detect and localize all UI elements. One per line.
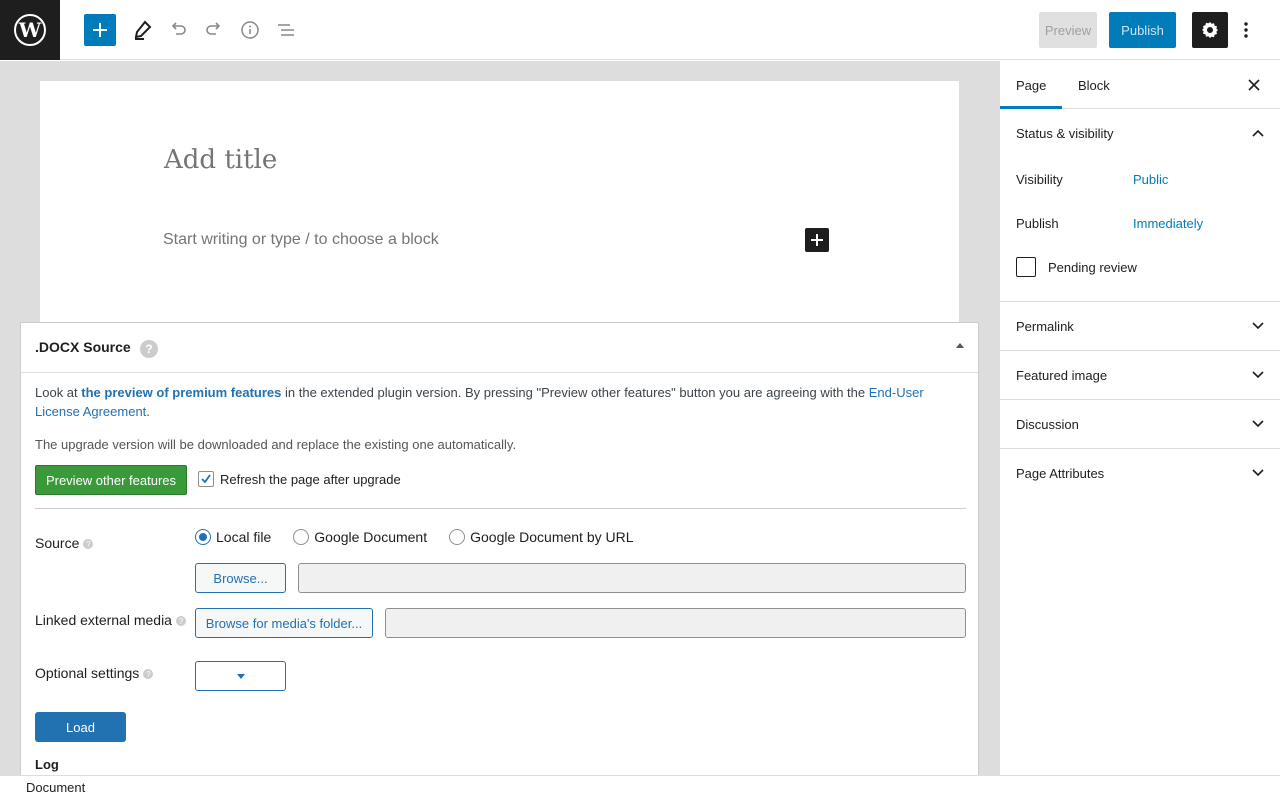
browse-button[interactable]: Browse... xyxy=(195,563,286,593)
panel-header[interactable]: Status & visibility xyxy=(1000,109,1280,157)
help-icon[interactable]: ? xyxy=(175,616,186,627)
premium-features-link[interactable]: the preview of premium features xyxy=(81,385,281,400)
intro-suffix: . xyxy=(146,404,150,419)
radio-selected-icon[interactable] xyxy=(195,529,211,545)
chevron-down-icon xyxy=(1252,469,1264,477)
checkbox-icon[interactable] xyxy=(1016,257,1036,277)
permalink-panel[interactable]: Permalink xyxy=(1000,302,1280,351)
chevron-up-icon xyxy=(1252,129,1264,137)
optional-settings-dropdown[interactable] xyxy=(195,661,286,691)
radio-label: Google Document xyxy=(314,529,428,545)
radio-local-file[interactable]: Local file xyxy=(195,529,271,545)
publish-row: Publish Immediately xyxy=(1000,201,1280,245)
intro-text-middle: in the extended plugin version. By press… xyxy=(281,385,869,400)
metabox-header: .DOCX Source ? xyxy=(21,323,978,373)
chevron-down-icon xyxy=(236,673,245,679)
publish-label: Publish xyxy=(1016,215,1059,231)
radio-icon[interactable] xyxy=(449,529,466,545)
media-folder-input[interactable] xyxy=(385,608,966,638)
tab-block[interactable]: Block xyxy=(1062,61,1126,109)
panel-title: Discussion xyxy=(1016,416,1079,432)
page-attributes-panel[interactable]: Page Attributes xyxy=(1000,449,1280,497)
help-icon[interactable]: ? xyxy=(143,669,154,680)
editor-canvas: Add title Start writing or type / to cho… xyxy=(0,61,999,775)
browse-media-button[interactable]: Browse for media's folder... xyxy=(195,608,373,638)
source-label: Source? xyxy=(35,535,94,551)
preview-button[interactable]: Preview xyxy=(1039,12,1097,48)
chevron-down-icon xyxy=(1252,371,1264,379)
visibility-row: Visibility Public xyxy=(1000,157,1280,201)
block-appender-text[interactable]: Start writing or type / to choose a bloc… xyxy=(163,231,439,249)
settings-sidebar: Page Block Status & visibility Visibilit… xyxy=(999,61,1280,775)
upgrade-note: The upgrade version will be downloaded a… xyxy=(35,437,517,452)
post-title-input[interactable]: Add title xyxy=(164,145,277,175)
publish-date-link[interactable]: Immediately xyxy=(1133,216,1203,231)
discussion-panel[interactable]: Discussion xyxy=(1000,400,1280,449)
refresh-label: Refresh the page after upgrade xyxy=(220,471,401,487)
plus-icon[interactable] xyxy=(84,14,116,46)
status-visibility-panel: Status & visibility Visibility Public Pu… xyxy=(1000,109,1280,302)
source-radio-group: Local file Google Document Google Docume… xyxy=(195,529,634,545)
plus-icon[interactable] xyxy=(805,228,829,252)
panel-title: Status & visibility xyxy=(1016,125,1114,141)
redo-icon[interactable] xyxy=(198,14,230,46)
docx-source-metabox: .DOCX Source ? Look at the preview of pr… xyxy=(20,322,979,775)
panel-title: Permalink xyxy=(1016,318,1074,334)
chevron-down-icon xyxy=(1252,322,1264,330)
linked-media-label: Linked external media? xyxy=(35,612,186,628)
radio-label: Google Document by URL xyxy=(470,529,634,545)
pending-review-row[interactable]: Pending review xyxy=(1000,245,1280,289)
intro-text: Look at xyxy=(35,385,82,400)
visibility-label: Visibility xyxy=(1016,171,1063,187)
list-view-icon[interactable] xyxy=(270,14,302,46)
sidebar-tabs: Page Block xyxy=(1000,61,1280,109)
radio-icon[interactable] xyxy=(293,529,310,545)
svg-text:W: W xyxy=(18,18,42,42)
gear-icon[interactable] xyxy=(1192,12,1228,48)
file-path-input[interactable] xyxy=(298,563,966,593)
help-icon[interactable]: ? xyxy=(83,539,94,550)
wordpress-logo-icon[interactable]: W xyxy=(0,0,60,60)
breadcrumb-document[interactable]: Document xyxy=(26,780,85,795)
help-icon[interactable]: ? xyxy=(140,340,158,358)
pending-review-label: Pending review xyxy=(1048,259,1137,275)
close-icon[interactable] xyxy=(1244,75,1264,95)
radio-label: Local file xyxy=(216,529,272,545)
radio-google-document[interactable]: Google Document xyxy=(293,529,427,545)
collapse-arrow-icon[interactable] xyxy=(956,343,964,348)
publish-button[interactable]: Publish xyxy=(1109,12,1176,48)
metabox-body: Look at the preview of premium features … xyxy=(35,383,966,772)
radio-google-document-url[interactable]: Google Document by URL xyxy=(449,529,634,545)
checkbox-checked-icon[interactable] xyxy=(198,471,214,487)
visibility-link[interactable]: Public xyxy=(1133,172,1168,187)
metabox-title: .DOCX Source xyxy=(35,339,131,355)
editor-header: W Preview Publish xyxy=(0,0,1280,60)
divider xyxy=(35,508,966,509)
info-icon[interactable] xyxy=(234,14,266,46)
editor-content: Add title Start writing or type / to cho… xyxy=(40,81,959,341)
chevron-down-icon xyxy=(1252,420,1264,428)
intro-paragraph: Look at the preview of premium features … xyxy=(35,383,966,421)
panel-title: Featured image xyxy=(1016,367,1108,383)
load-button[interactable]: Load xyxy=(35,712,126,742)
panel-title: Page Attributes xyxy=(1016,465,1105,481)
kebab-menu-icon[interactable] xyxy=(1236,14,1256,46)
preview-features-button[interactable]: Preview other features xyxy=(35,465,187,495)
block-breadcrumb-bar: Document xyxy=(0,775,1280,800)
tab-page[interactable]: Page xyxy=(1000,61,1062,109)
undo-icon[interactable] xyxy=(162,14,194,46)
featured-image-panel[interactable]: Featured image xyxy=(1000,351,1280,400)
refresh-checkbox-row[interactable]: Refresh the page after upgrade xyxy=(198,471,401,487)
pencil-icon[interactable] xyxy=(126,14,158,46)
optional-settings-label: Optional settings? xyxy=(35,665,154,681)
log-heading: Log xyxy=(35,757,59,772)
